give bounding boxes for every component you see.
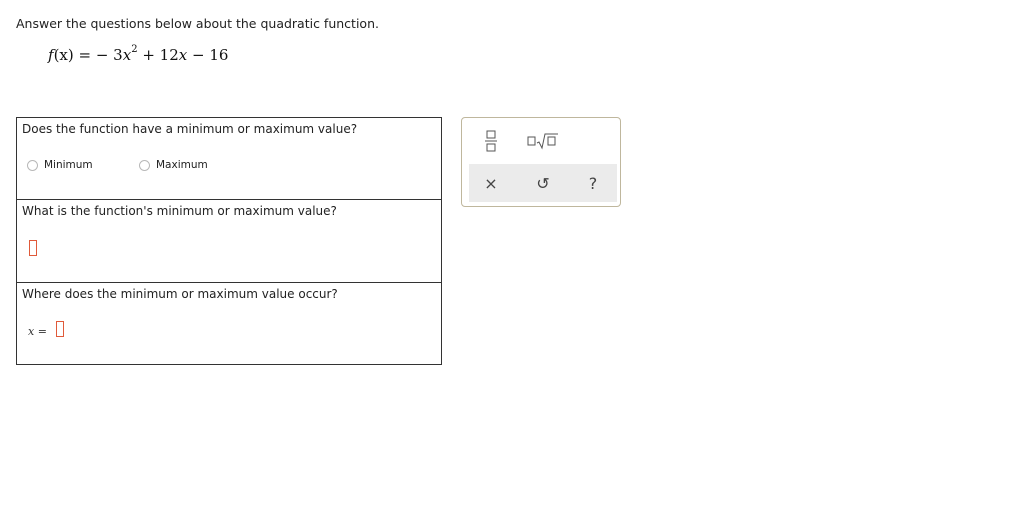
question-box: Does the function have a minimum or maxi… bbox=[16, 117, 442, 365]
radio-circle-icon[interactable] bbox=[27, 159, 38, 171]
help-button[interactable]: ? bbox=[573, 164, 613, 202]
function-equation: f(x) = − 3x2 + 12x − 16 bbox=[48, 44, 229, 64]
math-palette: × ↺ ? bbox=[461, 117, 621, 207]
eq-var: x bbox=[122, 46, 132, 64]
radio-minimum-label: Minimum bbox=[44, 159, 93, 171]
eq-var2: x bbox=[178, 46, 188, 64]
help-icon: ? bbox=[588, 173, 598, 193]
clear-button[interactable]: × bbox=[471, 164, 511, 202]
question-min-max-text: Does the function have a minimum or maxi… bbox=[22, 122, 358, 136]
fraction-icon bbox=[485, 130, 497, 152]
fraction-button[interactable] bbox=[480, 128, 502, 154]
radio-minimum[interactable]: Minimum bbox=[27, 159, 93, 171]
undo-button[interactable]: ↺ bbox=[523, 164, 563, 202]
undo-icon: ↺ bbox=[536, 173, 550, 193]
question-value-text: What is the function's minimum or maximu… bbox=[22, 204, 337, 218]
x-eq: = bbox=[34, 325, 47, 338]
palette-tool-row: × ↺ ? bbox=[469, 164, 617, 202]
eq-arg: (x) bbox=[53, 46, 74, 64]
value-answer-input[interactable] bbox=[29, 240, 37, 256]
instructions-text: Answer the questions below about the qua… bbox=[16, 16, 379, 31]
close-icon: × bbox=[484, 173, 498, 193]
x-equals-label: x = bbox=[28, 325, 47, 338]
radio-circle-icon[interactable] bbox=[139, 159, 150, 171]
sqrt-icon bbox=[527, 133, 558, 150]
question-min-max-section: Does the function have a minimum or maxi… bbox=[17, 118, 441, 200]
eq-term3: − 16 bbox=[187, 46, 229, 64]
x-answer-input[interactable] bbox=[56, 321, 64, 337]
radio-maximum-label: Maximum bbox=[156, 159, 208, 171]
radio-maximum[interactable]: Maximum bbox=[139, 159, 208, 171]
question-location-text: Where does the minimum or maximum value … bbox=[22, 287, 338, 301]
eq-equals: = − 3 bbox=[73, 46, 123, 64]
question-location-section: Where does the minimum or maximum value … bbox=[17, 283, 441, 364]
question-value-section: What is the function's minimum or maximu… bbox=[17, 200, 441, 283]
sqrt-button[interactable] bbox=[526, 130, 560, 152]
eq-exponent: 2 bbox=[131, 44, 138, 55]
eq-term2: + 12 bbox=[137, 46, 179, 64]
